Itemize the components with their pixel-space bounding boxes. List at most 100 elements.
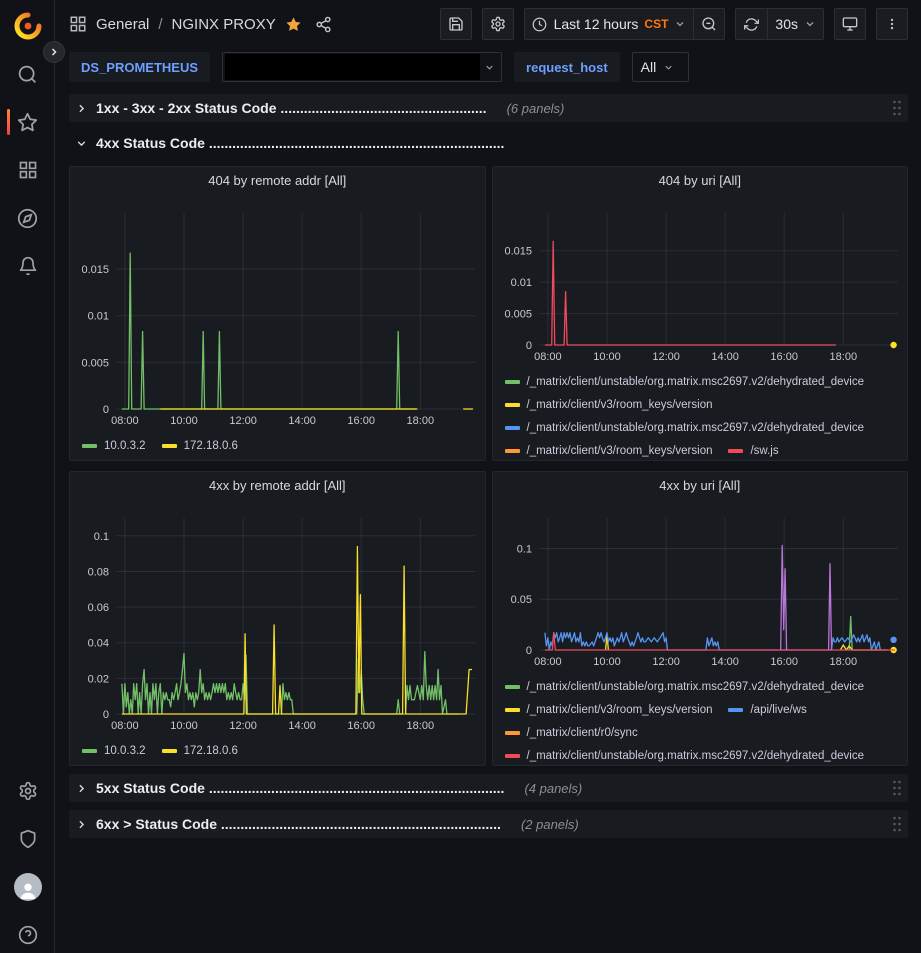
legend-label: /_matrix/client/v3/room_keys/version xyxy=(527,399,713,411)
svg-text:14:00: 14:00 xyxy=(288,415,316,427)
series-color-swatch xyxy=(505,731,520,735)
row-panel-count: (4 panels) xyxy=(524,781,582,796)
chevron-down-icon xyxy=(75,137,88,150)
sidebar-item-explore[interactable] xyxy=(0,204,55,232)
dashboard-row-6xx[interactable]: 6xx > Status Code ......................… xyxy=(69,810,908,838)
legend-item[interactable]: /_matrix/client/unstable/org.matrix.msc2… xyxy=(505,746,865,765)
svg-text:10:00: 10:00 xyxy=(593,351,621,363)
shield-icon xyxy=(18,829,38,849)
panel-title[interactable]: 4xx by remote addr [All] xyxy=(70,472,485,498)
legend-label: /_matrix/client/unstable/org.matrix.msc2… xyxy=(527,376,865,388)
apps-grid-icon xyxy=(69,15,87,33)
more-options-button[interactable] xyxy=(876,8,908,40)
time-series-chart[interactable]: 00.050.108:0010:0012:0014:0016:0018:00 xyxy=(493,498,908,672)
legend-item[interactable]: /_matrix/client/v3/room_keys/version xyxy=(505,395,713,414)
page-title: NGINX PROXY xyxy=(172,16,276,33)
svg-text:0.05: 0.05 xyxy=(510,594,531,606)
panel-title[interactable]: 4xx by uri [All] xyxy=(493,472,908,498)
time-series-chart[interactable]: 00.020.040.060.080.108:0010:0012:0014:00… xyxy=(70,498,485,736)
sidebar-item-alerting[interactable] xyxy=(0,252,55,280)
sidebar-item-profile[interactable] xyxy=(0,873,55,901)
legend-item[interactable]: /_matrix/client/v3/room_keys/version xyxy=(505,700,713,719)
save-dashboard-button[interactable] xyxy=(440,8,472,40)
series-color-swatch xyxy=(162,444,177,448)
breadcrumb-separator: / xyxy=(158,16,162,33)
chevron-right-icon xyxy=(75,102,88,115)
svg-text:10:00: 10:00 xyxy=(170,415,198,427)
sidebar-item-configuration[interactable] xyxy=(0,777,55,805)
legend-item[interactable]: 172.18.0.6 xyxy=(162,436,238,455)
legend-item[interactable]: /_matrix/client/unstable/org.matrix.msc2… xyxy=(505,677,865,696)
svg-text:08:00: 08:00 xyxy=(111,720,139,732)
refresh-button[interactable] xyxy=(735,8,767,40)
help-question-icon xyxy=(18,925,38,945)
kebab-menu-icon xyxy=(885,17,899,31)
legend-item[interactable]: 10.0.3.2 xyxy=(82,436,146,455)
refresh-interval-dropdown[interactable]: 30s xyxy=(767,8,824,40)
legend: 10.0.3.2 172.18.0.6 xyxy=(70,431,485,460)
zoom-out-icon xyxy=(701,16,717,32)
row-drag-handle[interactable] xyxy=(892,816,902,832)
gear-icon xyxy=(18,781,38,801)
legend-item[interactable]: 10.0.3.2 xyxy=(82,741,146,760)
tv-mode-button[interactable] xyxy=(834,8,866,40)
legend-label: /_matrix/client/r0/sync xyxy=(527,727,638,739)
legend-item[interactable]: /sw.js xyxy=(728,441,778,460)
svg-text:0.1: 0.1 xyxy=(94,531,109,543)
svg-text:0.08: 0.08 xyxy=(88,567,109,579)
search-icon xyxy=(17,64,38,85)
request-host-value: All xyxy=(641,59,657,75)
panel-4xx-by-remote-addr-all: 4xx by remote addr [All]00.020.040.060.0… xyxy=(69,471,486,766)
legend-label: 10.0.3.2 xyxy=(104,745,146,757)
series-color-swatch xyxy=(728,708,743,712)
breadcrumb-folder[interactable]: General xyxy=(96,16,149,33)
refresh-interval-label: 30s xyxy=(775,16,798,32)
panels-grid: 404 by remote addr [All]00.0050.010.0150… xyxy=(69,166,908,766)
svg-text:08:00: 08:00 xyxy=(111,415,139,427)
legend-label: 10.0.3.2 xyxy=(104,440,146,452)
dashboard-row-5xx[interactable]: 5xx Status Code ........................… xyxy=(69,774,908,802)
request-host-dropdown[interactable]: All xyxy=(632,52,690,82)
time-series-chart[interactable]: 00.0050.010.01508:0010:0012:0014:0016:00… xyxy=(493,193,908,367)
sidebar-item-search[interactable] xyxy=(0,60,55,88)
row-drag-handle[interactable] xyxy=(892,100,902,116)
time-range-picker[interactable]: Last 12 hours CST xyxy=(524,8,694,40)
svg-text:0.1: 0.1 xyxy=(516,544,531,556)
legend-item[interactable]: /_matrix/client/r0/sync xyxy=(505,723,638,742)
svg-text:0: 0 xyxy=(525,340,531,352)
svg-text:0.005: 0.005 xyxy=(81,357,109,369)
legend-item[interactable]: /_matrix/client/v3/room_keys/version xyxy=(505,441,713,460)
legend-item[interactable]: 172.18.0.6 xyxy=(162,741,238,760)
dashboard-row-1xx-3xx-2xx[interactable]: 1xx - 3xx - 2xx Status Code ............… xyxy=(69,94,908,122)
series-color-swatch xyxy=(505,754,520,758)
time-series-chart[interactable]: 00.0050.010.01508:0010:0012:0014:0016:00… xyxy=(70,193,485,431)
grafana-logo[interactable] xyxy=(0,10,55,42)
row-panel-count: (2 panels) xyxy=(521,817,579,832)
legend-item[interactable]: /_matrix/client/unstable/org.matrix.msc2… xyxy=(505,372,865,391)
svg-text:14:00: 14:00 xyxy=(288,720,316,732)
dashboard-row-4xx[interactable]: 4xx Status Code ........................… xyxy=(69,129,908,157)
dashboards-grid-icon xyxy=(18,160,38,180)
panel-title[interactable]: 404 by uri [All] xyxy=(493,167,908,193)
sidebar-item-server-admin[interactable] xyxy=(0,825,55,853)
variables-bar: DS_PROMETHEUS request_host All xyxy=(56,48,921,92)
favorite-star-icon[interactable] xyxy=(285,16,302,33)
sidebar-item-starred[interactable] xyxy=(0,108,55,136)
sidebar-item-dashboards[interactable] xyxy=(0,156,55,184)
row-drag-handle[interactable] xyxy=(892,780,902,796)
redacted-value xyxy=(225,54,480,80)
ds-prometheus-dropdown[interactable] xyxy=(222,52,502,82)
panel-title[interactable]: 404 by remote addr [All] xyxy=(70,167,485,193)
sidebar-expand-button[interactable] xyxy=(43,41,65,63)
legend-item[interactable]: /_matrix/client/unstable/org.matrix.msc2… xyxy=(505,418,865,437)
series-color-swatch xyxy=(505,380,520,384)
legend: /_matrix/client/unstable/org.matrix.msc2… xyxy=(493,367,908,460)
legend-item[interactable]: /api/live/ws xyxy=(728,700,806,719)
series-color-swatch xyxy=(505,708,520,712)
svg-text:10:00: 10:00 xyxy=(170,720,198,732)
dashboard-settings-button[interactable] xyxy=(482,8,514,40)
share-icon[interactable] xyxy=(315,16,332,33)
zoom-out-button[interactable] xyxy=(693,8,725,40)
svg-text:0.02: 0.02 xyxy=(88,673,109,685)
sidebar-item-help[interactable] xyxy=(0,921,55,949)
